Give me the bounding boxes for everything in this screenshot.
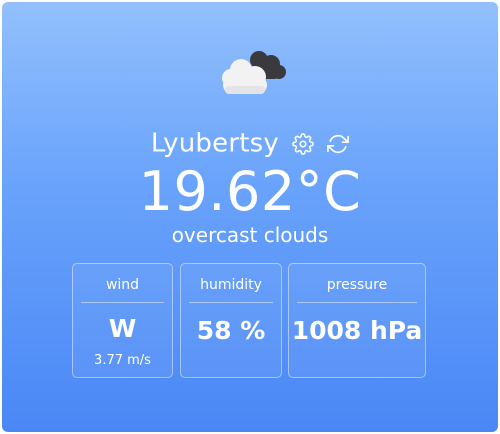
divider	[81, 302, 164, 303]
location-row: Lyubertsy	[2, 126, 498, 160]
pressure-label: pressure	[326, 277, 388, 293]
wind-direction: W	[108, 314, 137, 343]
wind-speed: 3.77 m/s	[94, 353, 151, 368]
pressure-card: pressure 1008 hPa	[288, 263, 426, 378]
wind-card: wind W 3.77 m/s	[72, 263, 173, 378]
pressure-value: 1008 hPa	[291, 316, 423, 345]
city-name: Lyubertsy	[150, 128, 279, 159]
humidity-label: humidity	[200, 277, 262, 293]
refresh-icon[interactable]	[327, 133, 350, 155]
humidity-card: humidity 58 %	[180, 263, 282, 378]
humidity-value: 58 %	[196, 316, 266, 345]
overcast-clouds-icon	[215, 46, 291, 96]
wind-label: wind	[105, 277, 140, 293]
divider	[297, 302, 417, 303]
weather-description: overcast clouds	[171, 223, 329, 247]
weather-card: Lyubertsy 19.62°C overcast clouds wind W…	[2, 2, 498, 432]
divider	[189, 302, 273, 303]
gear-icon[interactable]	[292, 132, 314, 155]
temperature-readout: 19.62°C	[138, 160, 362, 223]
